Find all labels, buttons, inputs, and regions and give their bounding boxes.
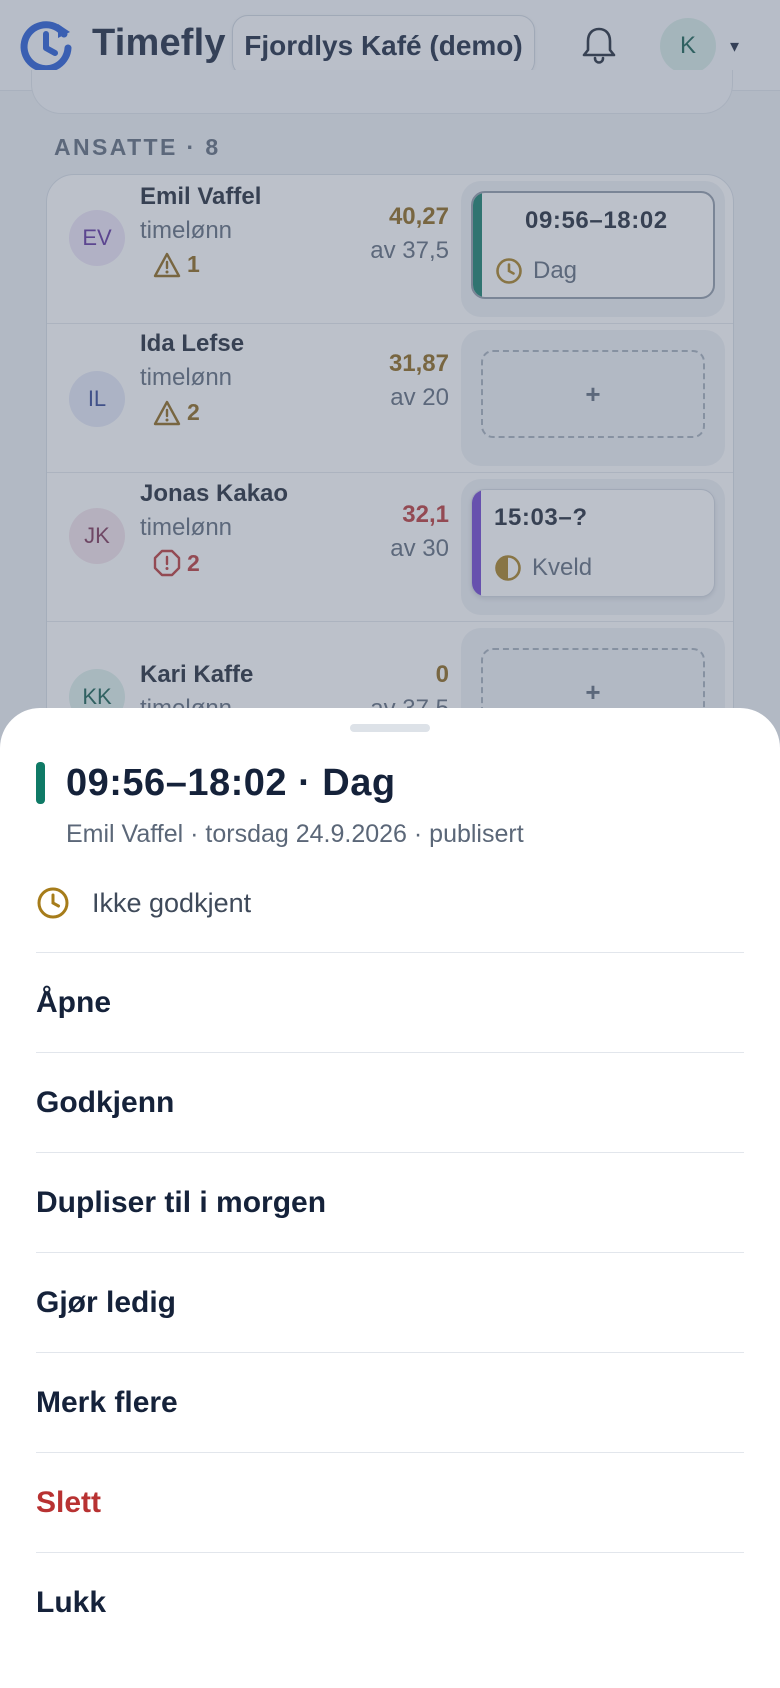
make-vacant-action[interactable]: Gjør ledig: [36, 1253, 744, 1353]
close-sheet-action[interactable]: Lukk: [36, 1553, 744, 1653]
approval-status: Ikke godkjent: [92, 888, 252, 918]
sheet-drag-handle[interactable]: [350, 724, 430, 732]
shift-color-indicator: [36, 762, 45, 804]
clock-icon: [37, 887, 69, 919]
delete-shift-action[interactable]: Slett: [36, 1453, 744, 1553]
select-multiple-action[interactable]: Merk flere: [36, 1353, 744, 1453]
sheet-title: 09:56–18:02 · Dag: [66, 762, 396, 804]
duplicate-tomorrow-action[interactable]: Dupliser til i morgen: [36, 1153, 744, 1253]
sheet-subtitle: Emil Vaffel · torsdag 24.9.2026 · publis…: [66, 820, 524, 848]
approve-shift-action[interactable]: Godkjenn: [36, 1053, 744, 1153]
open-shift-action[interactable]: Åpne: [36, 953, 744, 1053]
shift-actions-sheet: 09:56–18:02 · Dag Emil Vaffel · torsdag …: [0, 708, 780, 1688]
